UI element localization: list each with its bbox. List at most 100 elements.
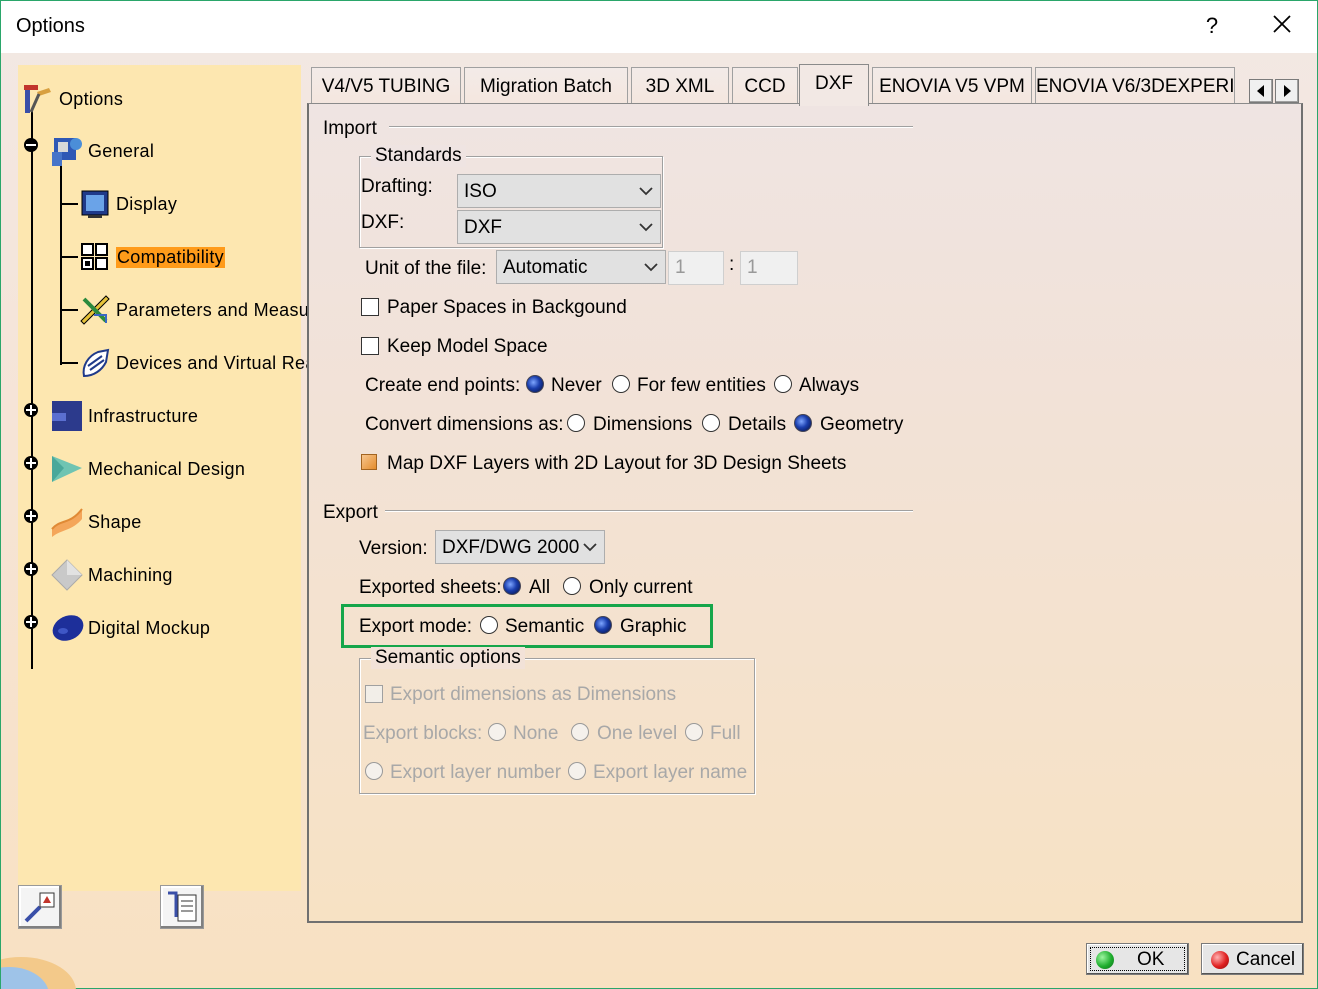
blocks-full-radio[interactable]	[685, 723, 703, 741]
tree-item-digital-mockup[interactable]: Digital Mockup	[50, 612, 210, 644]
drafting-select[interactable]: ISO	[457, 174, 661, 208]
mode-graphic-radio[interactable]	[594, 616, 612, 634]
tree-item-machining[interactable]: Machining	[50, 559, 173, 591]
tab-scroll-right-button[interactable]	[1275, 79, 1299, 103]
end-points-always-radio[interactable]	[774, 375, 792, 393]
help-button[interactable]: ?	[1201, 13, 1223, 39]
convert-dimensions-label: Convert dimensions as:	[365, 414, 564, 435]
end-points-never-radio[interactable]	[526, 375, 544, 393]
mode-semantic-radio[interactable]	[480, 616, 498, 634]
display-icon	[81, 190, 109, 218]
keep-model-space-checkbox[interactable]	[361, 337, 379, 355]
tab-enovia-v5-vpm[interactable]: ENOVIA V5 VPM	[872, 67, 1032, 105]
convert-dimensions-radio[interactable]	[567, 414, 585, 432]
parameters-report-button[interactable]	[160, 885, 204, 929]
convert-details-radio[interactable]	[702, 414, 720, 432]
tree-item-infrastructure[interactable]: Infrastructure	[50, 400, 198, 432]
tree-label: Parameters and Measu	[116, 299, 310, 320]
unit-value: Automatic	[503, 257, 588, 278]
cancel-button[interactable]: Cancel	[1201, 943, 1304, 975]
blocks-none-radio[interactable]	[488, 723, 506, 741]
export-section-label: Export	[323, 502, 378, 523]
sheets-only-current-radio[interactable]	[563, 577, 581, 595]
tab-strip: V4/V5 TUBING Migration Batch 3D XML CCD …	[309, 64, 1299, 106]
reset-options-button[interactable]	[18, 885, 62, 929]
close-button[interactable]	[1265, 7, 1299, 41]
tree-label: Devices and Virtual Rea	[116, 352, 316, 373]
corner-logo-icon	[1, 957, 76, 989]
options-tools-icon	[24, 85, 51, 113]
tree-item-display[interactable]: Display	[78, 188, 177, 220]
tree-item-shape[interactable]: Shape	[50, 506, 142, 538]
tab-v4v5-tubing[interactable]: V4/V5 TUBING	[311, 67, 461, 105]
ok-status-icon	[1096, 951, 1114, 969]
semantic-options-title: Semantic options	[371, 647, 525, 669]
export-dims-checkbox[interactable]	[365, 685, 383, 703]
end-points-never-label: Never	[551, 375, 602, 396]
blocks-full-label: Full	[710, 723, 741, 744]
drafting-label: Drafting:	[361, 176, 433, 197]
chevron-down-icon	[644, 263, 658, 272]
close-icon	[1273, 15, 1291, 33]
reset-icon	[24, 892, 55, 923]
tree-label: Display	[116, 193, 178, 214]
mode-semantic-label: Semantic	[505, 616, 585, 637]
expand-icon[interactable]	[23, 402, 39, 418]
unit-select[interactable]: Automatic	[496, 250, 666, 284]
tab-scroll-left-button[interactable]	[1249, 79, 1273, 103]
convert-geometry-radio[interactable]	[794, 414, 812, 432]
expand-icon[interactable]	[23, 561, 39, 577]
expand-icon[interactable]	[23, 508, 39, 524]
tree-item-general[interactable]: General	[50, 135, 154, 167]
layer-name-radio[interactable]	[568, 762, 586, 780]
convert-geometry-label: Geometry	[820, 414, 904, 435]
layer-number-radio[interactable]	[365, 762, 383, 780]
expand-icon[interactable]	[23, 614, 39, 630]
tab-enovia-v6[interactable]: ENOVIA V6/3DEXPERIEI	[1035, 67, 1235, 105]
version-select[interactable]: DXF/DWG 2000	[435, 530, 605, 564]
chevron-down-icon	[639, 187, 653, 196]
tree-item-compatibility[interactable]: Compatibility	[78, 241, 225, 273]
import-section-label: Import	[323, 118, 377, 139]
dxf-select[interactable]: DXF	[457, 210, 661, 244]
end-points-always-label: Always	[799, 375, 860, 396]
tree-label: Options	[59, 88, 124, 109]
paper-spaces-checkbox[interactable]	[361, 298, 379, 316]
window-title: Options	[16, 15, 85, 37]
unit-ratio-separator: :	[729, 254, 735, 275]
export-dims-label: Export dimensions as Dimensions	[390, 684, 677, 705]
mechanical-design-icon	[52, 456, 82, 482]
ok-button[interactable]: OK	[1086, 943, 1189, 975]
compatibility-icon	[81, 243, 108, 270]
tab-dxf[interactable]: DXF	[799, 64, 869, 106]
machining-icon	[51, 559, 83, 591]
tree-item-parameters[interactable]: Parameters and Measu	[78, 294, 309, 326]
keep-model-space-label: Keep Model Space	[387, 336, 548, 357]
tree-item-devices[interactable]: Devices and Virtual Rea	[78, 347, 316, 379]
map-dxf-layers-checkbox[interactable]	[361, 454, 377, 470]
layer-number-label: Export layer number	[390, 762, 562, 783]
tree-root-options[interactable]: Options	[21, 83, 123, 115]
options-dialog: Options ? Options General Display Compat…	[0, 0, 1318, 989]
sheets-all-radio[interactable]	[503, 577, 521, 595]
tree-item-mechanical-design[interactable]: Mechanical Design	[50, 453, 245, 485]
end-points-few-radio[interactable]	[612, 375, 630, 393]
collapse-icon[interactable]	[23, 137, 39, 153]
infrastructure-icon	[52, 401, 82, 431]
tab-3d-xml[interactable]: 3D XML	[631, 67, 729, 105]
unit-ratio-right-field[interactable]: 1	[740, 251, 798, 285]
drafting-value: ISO	[464, 181, 497, 202]
tab-migration-batch[interactable]: Migration Batch	[464, 67, 628, 105]
sheets-only-current-label: Only current	[589, 577, 693, 598]
tab-ccd[interactable]: CCD	[732, 67, 798, 105]
blocks-one-level-radio[interactable]	[571, 723, 589, 741]
expand-icon[interactable]	[23, 455, 39, 471]
shape-icon	[51, 508, 83, 537]
parameters-icon	[80, 295, 110, 325]
ok-label: OK	[1137, 949, 1165, 970]
tree-label: Digital Mockup	[88, 617, 211, 638]
triangle-left-icon	[1257, 85, 1264, 97]
tree-label: Mechanical Design	[88, 458, 246, 479]
dxf-label: DXF:	[361, 212, 405, 233]
unit-ratio-left-field[interactable]: 1	[668, 251, 724, 285]
